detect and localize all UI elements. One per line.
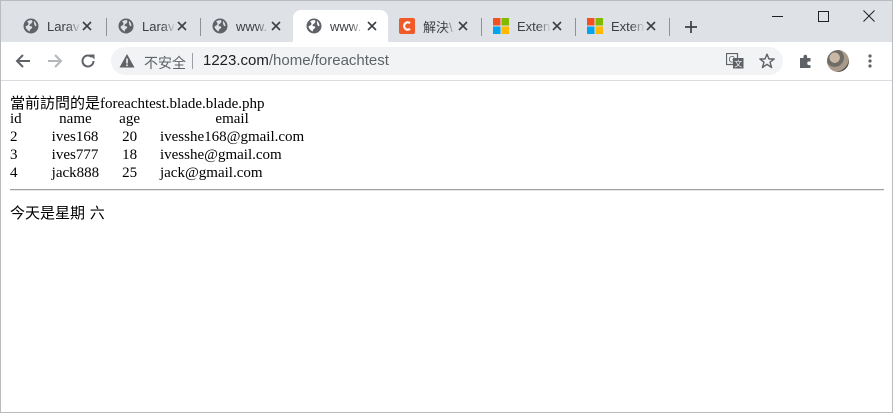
more-vert-icon	[868, 54, 872, 68]
omnibox-divider	[192, 53, 193, 69]
forward-button[interactable]	[43, 49, 67, 73]
tab-title: www.	[236, 18, 268, 34]
reload-icon	[81, 54, 95, 68]
close-tab-icon[interactable]	[79, 18, 95, 34]
cell-age: 20	[122, 129, 138, 145]
tab-title: Larav	[47, 18, 80, 34]
minimize-button[interactable]	[754, 1, 800, 31]
reload-button[interactable]	[76, 49, 100, 73]
page-content: 當前訪問的是foreachtest.blade.blade.php id nam…	[1, 81, 892, 412]
extensions-button[interactable]	[794, 49, 818, 73]
star-icon	[759, 53, 775, 69]
cell-email: ivesshe168@gmail.com	[159, 129, 305, 145]
tab-strip: Larav Larav www. www. 解決\ Exten Exten	[1, 1, 892, 42]
maximize-icon	[817, 10, 829, 22]
close-tab-icon[interactable]	[549, 18, 565, 34]
tab-5[interactable]: Exten	[480, 10, 573, 42]
tab-6[interactable]: Exten	[574, 10, 667, 42]
tab-2[interactable]: www.	[199, 10, 292, 42]
tab-title: Exten	[611, 18, 645, 34]
tab-4[interactable]: 解決\	[386, 10, 479, 42]
microsoft-logo-icon	[493, 18, 509, 34]
plus-icon	[685, 21, 697, 33]
horizontal-rule	[10, 189, 884, 191]
back-arrow-icon	[15, 54, 30, 68]
cell-name: ives777	[51, 147, 99, 163]
svg-text:文: 文	[734, 59, 742, 69]
profile-avatar[interactable]	[827, 50, 849, 72]
tab-3-active[interactable]: www.	[293, 10, 388, 42]
cell-age: 18	[122, 147, 138, 163]
browser-window: Larav Larav www. www. 解決\ Exten Exten 不安…	[0, 0, 893, 413]
close-icon	[863, 10, 875, 22]
tab-0[interactable]: Larav	[10, 10, 103, 42]
column-header-age: age	[119, 111, 140, 127]
security-status-label[interactable]: 不安全	[144, 53, 186, 73]
close-tab-icon[interactable]	[364, 18, 380, 34]
tab-title: www.	[330, 18, 362, 34]
address-bar[interactable]: 不安全 1223.com/home/foreachtest G文	[111, 47, 783, 75]
cell-id: 4	[10, 165, 18, 181]
cell-name: jack888	[51, 165, 100, 181]
close-tab-icon[interactable]	[268, 18, 284, 34]
warning-icon[interactable]	[119, 53, 135, 69]
tab-title: 解決\	[423, 19, 453, 35]
new-tab-button[interactable]	[680, 16, 702, 38]
close-tab-icon[interactable]	[174, 18, 190, 34]
tab-separator	[669, 18, 670, 36]
column-header-name: name	[59, 111, 92, 127]
tab-1[interactable]: Larav	[105, 10, 198, 42]
table-header-row: id name age email	[10, 110, 322, 128]
cell-id: 3	[10, 147, 18, 163]
users-table: id name age email 2 ives168 20 ivesshe16…	[8, 110, 324, 182]
translate-button[interactable]: G文	[723, 49, 747, 73]
bookmark-star-button[interactable]	[755, 49, 779, 73]
close-tab-icon[interactable]	[455, 18, 471, 34]
c-logo-icon	[399, 18, 415, 34]
microsoft-logo-icon	[587, 18, 603, 34]
column-header-id: id	[10, 111, 22, 127]
cell-name: ives168	[51, 129, 99, 145]
weekday-text: 今天是星期 六	[10, 204, 105, 222]
column-header-email: email	[215, 111, 249, 127]
close-window-button[interactable]	[846, 1, 892, 31]
url-path: /home/foreachtest	[268, 52, 389, 69]
url-host: 1223.com	[203, 52, 269, 69]
maximize-button[interactable]	[800, 1, 846, 31]
back-button[interactable]	[11, 49, 35, 73]
table-row: 2 ives168 20 ivesshe168@gmail.com	[10, 128, 322, 146]
globe-icon	[212, 18, 228, 34]
cell-email: ivesshe@gmail.com	[159, 147, 282, 163]
tab-title: Larav	[142, 18, 175, 34]
cell-id: 2	[10, 129, 18, 145]
globe-icon	[306, 18, 322, 34]
menu-button[interactable]	[858, 49, 882, 73]
browser-toolbar: 不安全 1223.com/home/foreachtest G文	[1, 42, 892, 81]
forward-arrow-icon	[48, 54, 63, 68]
puzzle-icon	[800, 54, 811, 68]
tab-title: Exten	[517, 18, 551, 34]
close-tab-icon[interactable]	[643, 18, 659, 34]
url-text[interactable]: 1223.com/home/foreachtest	[203, 52, 389, 69]
table-row: 4 jack888 25 jack@gmail.com	[10, 164, 322, 182]
cell-email: jack@gmail.com	[159, 165, 263, 181]
table-row: 3 ives777 18 ivesshe@gmail.com	[10, 146, 322, 164]
minimize-icon	[771, 15, 783, 17]
globe-icon	[118, 18, 134, 34]
translate-icon: G文	[726, 53, 744, 69]
cell-age: 25	[122, 165, 138, 181]
globe-icon	[23, 18, 39, 34]
